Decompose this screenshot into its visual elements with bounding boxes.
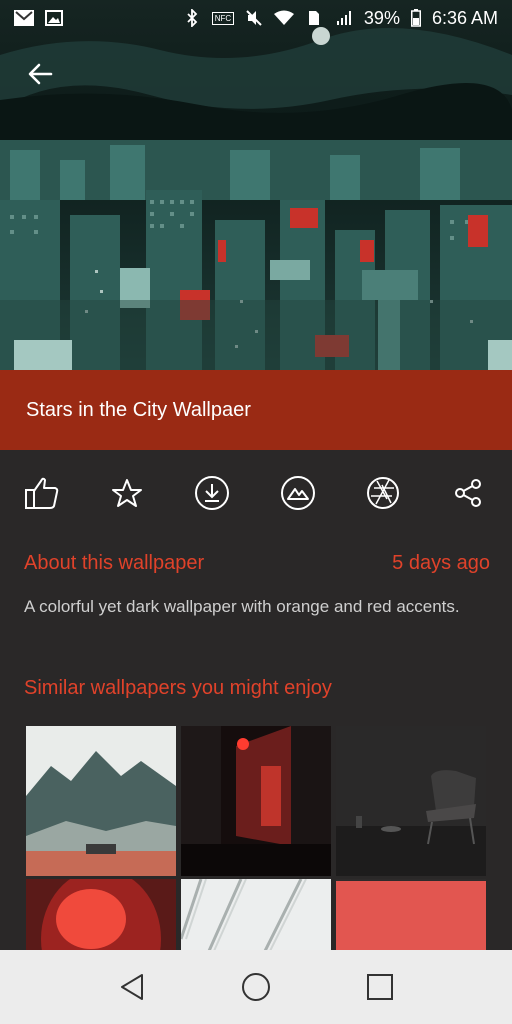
back-button[interactable] bbox=[22, 56, 58, 92]
nav-recents-button[interactable] bbox=[360, 967, 400, 1007]
set-wallpaper-button[interactable] bbox=[280, 475, 316, 511]
apply-button[interactable] bbox=[365, 475, 401, 511]
action-row bbox=[0, 463, 512, 523]
similar-tile-alley[interactable] bbox=[181, 726, 331, 876]
about-header: About this wallpaper 5 days ago bbox=[24, 552, 490, 575]
battery-percent: 39% bbox=[363, 7, 400, 28]
bluetooth-icon bbox=[182, 9, 202, 27]
about-description: A colorful yet dark wallpaper with orang… bbox=[24, 597, 460, 616]
back-icon bbox=[121, 974, 143, 1000]
similar-tile-chair[interactable] bbox=[336, 726, 486, 876]
recents-icon bbox=[367, 974, 393, 1000]
signal-icon bbox=[334, 9, 354, 27]
clock: 6:36 AM bbox=[431, 7, 498, 28]
battery-icon bbox=[410, 9, 422, 27]
status-bar: NFC 39% 6:36 AM bbox=[0, 0, 512, 36]
thumbs-up-icon bbox=[25, 477, 59, 509]
back-arrow-icon bbox=[28, 63, 53, 85]
gallery-icon bbox=[44, 9, 64, 27]
about-heading: About this wallpaper bbox=[24, 552, 205, 574]
nfc-icon: NFC bbox=[211, 9, 235, 27]
gmail-icon bbox=[14, 9, 34, 27]
posted-date: 5 days ago bbox=[392, 552, 490, 574]
download-icon bbox=[195, 476, 229, 510]
wallpaper-title-bar: Stars in the City Wallpaer bbox=[0, 370, 512, 450]
home-icon bbox=[242, 973, 270, 1001]
landscape-icon bbox=[281, 476, 315, 510]
wallpaper-title: Stars in the City Wallpaer bbox=[26, 398, 251, 421]
mute-icon bbox=[244, 9, 264, 27]
wallpaper-detail-screen: NFC 39% 6:36 AM Stars in the City Wallpa… bbox=[0, 0, 512, 1024]
aperture-icon bbox=[367, 477, 399, 509]
similar-heading: Similar wallpapers you might enjoy bbox=[24, 677, 332, 699]
like-button[interactable] bbox=[24, 475, 60, 511]
share-icon bbox=[455, 479, 481, 507]
download-button[interactable] bbox=[194, 475, 230, 511]
similar-tile-mountain[interactable] bbox=[26, 726, 176, 876]
wifi-icon bbox=[273, 9, 294, 27]
share-button[interactable] bbox=[450, 475, 486, 511]
star-icon bbox=[112, 479, 142, 507]
system-nav-bar bbox=[0, 950, 512, 1024]
favorite-button[interactable] bbox=[109, 475, 145, 511]
nav-back-button[interactable] bbox=[112, 967, 152, 1007]
nav-home-button[interactable] bbox=[236, 967, 276, 1007]
sim-icon bbox=[304, 9, 324, 27]
hero-wallpaper-image bbox=[0, 0, 512, 370]
